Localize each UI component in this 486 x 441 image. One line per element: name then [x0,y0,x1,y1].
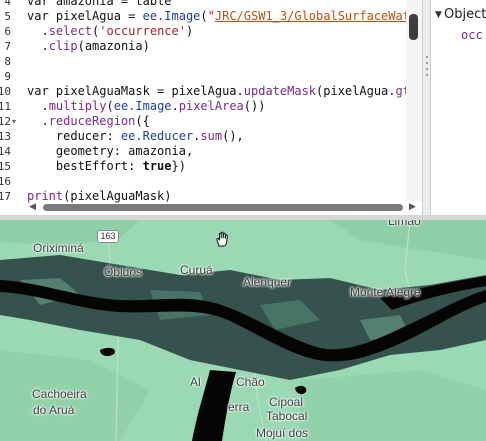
console-object-label[interactable]: Object [444,7,486,22]
code-token: . [27,39,49,53]
place-label-limao: Limão [388,220,421,228]
code-line-11: .multiply(ee.Image.pixelArea()) [27,99,265,114]
code-line-10: var pixelAguaMask = pixelAgua.updateMask… [27,84,417,99]
method-token: updateMask [243,84,317,98]
asset-link[interactable]: JRC/GSW1_3/GlobalSurfaceWater [215,9,422,23]
grip-dot-icon [426,56,428,58]
place-label-cachoeira: Cachoeira [32,387,87,401]
class-token: ee.Reducer [120,129,194,143]
keyword: var [27,0,49,8]
method-token: select [48,24,93,38]
method-token: reduceRegion [48,114,136,128]
place-label-mojui: Mojuí dos [256,426,309,440]
line-number: 17 [0,190,11,203]
method-token: clip [48,39,78,53]
boolean-token: true [142,159,172,173]
code-token: ) [185,24,194,38]
string-token: " [207,9,215,23]
method-token: pixelArea [178,99,244,113]
line-number: 13 [0,130,11,143]
code-token: . [27,114,49,128]
place-label-obidos: Óbidos [104,265,143,279]
code-token: }) [171,159,186,173]
line-number: 6 [4,25,11,38]
code-token: ()) [243,99,266,113]
place-label-cipoal: Cipoal [269,395,304,409]
line-number-gutter: 4 5 6 7 8 9 10 11 12 ▾ 13 14 15 16 17 [0,0,22,215]
method-token: multiply [48,99,107,113]
grip-dot-icon [426,74,428,76]
code-editor[interactable]: 4 5 6 7 8 9 10 11 12 ▾ 13 14 15 16 17 va… [0,0,422,215]
line-number: 10 [0,85,11,98]
code-line-15: bestEffort: true}) [27,159,186,174]
code-line-5: var pixelAgua = ee.Image("JRC/GSW1_3/Glo… [27,9,422,24]
place-label-do-arua: do Aruá [33,403,75,417]
code-token: . [171,99,179,113]
keyword: var [27,84,49,98]
code-token: (pixelAgua. [316,84,396,98]
place-label-oriximina: Oriximiná [33,241,84,255]
scroll-left-arrow-icon[interactable]: ◀ [29,202,36,212]
code-line-12: .reduceRegion({ [27,114,150,129]
code-line-7: .clip(amazonia) [27,39,150,54]
map-view[interactable]: Oriximiná Óbidos Curuá Alenquer Monte Al… [0,220,486,441]
code-token: (amazonia) [77,39,150,53]
code-line-4: var amazonia = table [27,0,172,9]
place-label-curua: Curuá [180,263,213,277]
code-token: . [27,24,49,38]
editor-horizontal-scrollbar[interactable]: ◀ ▶ [27,201,416,212]
keyword: var [27,9,49,23]
place-label-terra: erra [228,400,250,414]
place-label-alter: Al [190,375,201,389]
line-number: 12 [0,115,11,128]
editor-vertical-scrollbar[interactable] [406,0,422,201]
line-number: 5 [4,10,11,23]
hand-cursor-icon [216,231,228,247]
code-token: geometry: amazonia, [27,144,194,158]
code-token: ( [106,99,114,113]
pane-resize-handle[interactable] [422,0,431,215]
method-token: sum [200,129,223,143]
grip-dot-icon [426,62,428,64]
place-label-alenquer: Alenquer [243,275,292,289]
class-token: ee.Image [113,99,172,113]
code-token: reducer: [27,129,121,143]
line-number: 9 [4,70,11,83]
scroll-right-arrow-icon[interactable]: ▶ [409,202,416,212]
vertical-scroll-thumb[interactable] [409,14,418,40]
code-token: (), [222,129,244,143]
code-token: ({ [135,114,150,128]
class-token: ee.Image [142,9,201,23]
console-panel: ▼ Object occ [431,0,486,215]
grip-dot-icon [426,68,428,70]
code-line-6: .select('occurrence') [27,24,193,39]
console-property-key[interactable]: occ [461,28,483,42]
code-token: pixelAgua = [48,9,143,23]
line-number: 7 [4,40,11,53]
place-label-tabocal: Tabocal [266,409,308,423]
place-label-monte-alegre: Monte Alegre [350,285,421,299]
line-number: 11 [0,100,11,113]
code-token: bestEffort: [27,159,143,173]
place-label-chao: Chão [236,375,265,389]
code-token: amazonia = table [48,0,172,8]
code-token: . [27,99,49,113]
line-number: 4 [4,0,11,8]
line-number: 8 [4,55,11,68]
code-token: ( [200,9,208,23]
road-shield-163: 163 [97,230,119,243]
string-token: 'occurrence' [99,24,186,38]
horizontal-scroll-thumb[interactable] [43,204,403,211]
code-token: pixelAguaMask = pixelAgua. [48,84,244,98]
line-number: 16 [0,175,11,188]
line-number: 14 [0,145,11,158]
line-number: 15 [0,160,11,173]
code-line-13: reducer: ee.Reducer.sum(), [27,129,244,144]
expand-triangle-icon[interactable]: ▼ [435,10,442,20]
fold-toggle-icon[interactable]: ▾ [12,114,21,129]
code-line-14: geometry: amazonia, [27,144,193,159]
